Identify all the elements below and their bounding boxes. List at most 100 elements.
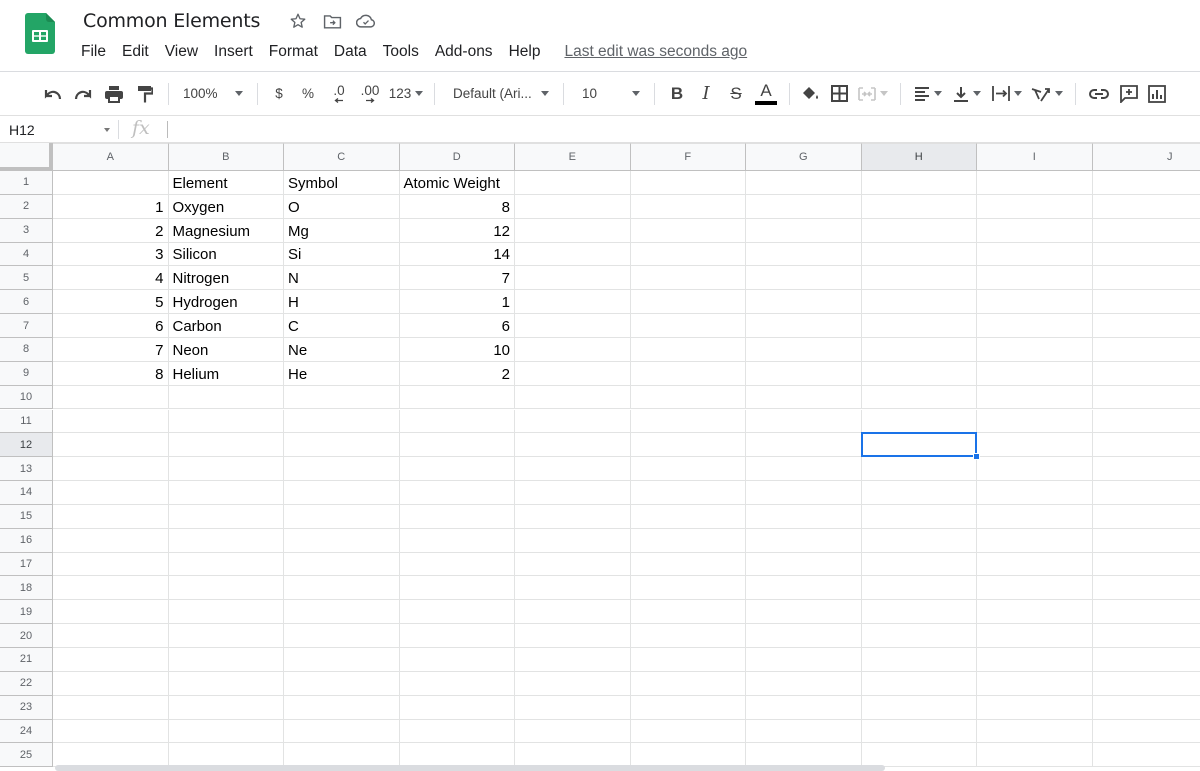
row-header-16[interactable]: 16 (0, 529, 53, 553)
cell-h1[interactable] (862, 171, 978, 195)
last-edit-link[interactable]: Last edit was seconds ago (564, 43, 747, 61)
cell-h17[interactable] (862, 553, 978, 577)
more-formats-button[interactable]: 123 (386, 80, 426, 108)
cell-j23[interactable] (1093, 696, 1200, 720)
cell-d18[interactable] (400, 576, 516, 600)
cell-i2[interactable] (977, 195, 1093, 219)
cell-b15[interactable] (169, 505, 285, 529)
cloud-saved-icon[interactable] (356, 11, 376, 31)
cell-d1[interactable]: Atomic Weight (400, 171, 516, 195)
cell-j15[interactable] (1093, 505, 1200, 529)
cell-j5[interactable] (1093, 266, 1200, 290)
cell-j24[interactable] (1093, 720, 1200, 744)
name-box[interactable]: H12 (0, 116, 118, 143)
cell-g8[interactable] (746, 338, 862, 362)
currency-format-button[interactable]: $ (266, 80, 292, 108)
cell-d13[interactable] (400, 457, 516, 481)
cell-f7[interactable] (631, 314, 747, 338)
cell-e9[interactable] (515, 362, 631, 386)
cell-b3[interactable]: Magnesium (169, 219, 285, 243)
cell-c19[interactable] (284, 600, 400, 624)
cell-i21[interactable] (977, 648, 1093, 672)
cell-e16[interactable] (515, 529, 631, 553)
cell-a1[interactable] (53, 171, 169, 195)
cell-g9[interactable] (746, 362, 862, 386)
cell-e25[interactable] (515, 743, 631, 767)
cell-c22[interactable] (284, 672, 400, 696)
cell-d24[interactable] (400, 720, 516, 744)
cell-g24[interactable] (746, 720, 862, 744)
cell-d23[interactable] (400, 696, 516, 720)
star-icon[interactable] (288, 11, 308, 31)
cell-c9[interactable]: He (284, 362, 400, 386)
cell-e2[interactable] (515, 195, 631, 219)
cell-f1[interactable] (631, 171, 747, 195)
cell-d8[interactable]: 10 (400, 338, 516, 362)
cell-d10[interactable] (400, 386, 516, 410)
cell-j17[interactable] (1093, 553, 1200, 577)
row-header-22[interactable]: 22 (0, 672, 53, 696)
cell-a24[interactable] (53, 720, 169, 744)
cell-h12[interactable] (862, 433, 978, 457)
cell-h15[interactable] (862, 505, 978, 529)
cell-c11[interactable] (284, 410, 400, 434)
cell-j9[interactable] (1093, 362, 1200, 386)
cell-j21[interactable] (1093, 648, 1200, 672)
column-header-h[interactable]: H (862, 143, 978, 171)
cell-g20[interactable] (746, 624, 862, 648)
column-header-d[interactable]: D (400, 143, 516, 171)
cell-h19[interactable] (862, 600, 978, 624)
cell-b25[interactable] (169, 743, 285, 767)
cell-h7[interactable] (862, 314, 978, 338)
row-header-13[interactable]: 13 (0, 457, 53, 481)
column-header-g[interactable]: G (746, 143, 862, 171)
increase-decimal-button[interactable]: .00 (354, 80, 386, 108)
cell-j18[interactable] (1093, 576, 1200, 600)
cell-a3[interactable]: 2 (53, 219, 169, 243)
cell-i10[interactable] (977, 386, 1093, 410)
cell-h25[interactable] (862, 743, 978, 767)
cell-i18[interactable] (977, 576, 1093, 600)
cell-j2[interactable] (1093, 195, 1200, 219)
text-rotation-icon[interactable] (1027, 80, 1067, 108)
cell-c4[interactable]: Si (284, 243, 400, 267)
cell-b7[interactable]: Carbon (169, 314, 285, 338)
cell-c5[interactable]: N (284, 266, 400, 290)
borders-icon[interactable] (824, 80, 854, 108)
cell-a17[interactable] (53, 553, 169, 577)
menu-add-ons[interactable]: Add-ons (427, 43, 501, 61)
cell-b5[interactable]: Nitrogen (169, 266, 285, 290)
cell-j1[interactable] (1093, 171, 1200, 195)
cell-b20[interactable] (169, 624, 285, 648)
cell-h6[interactable] (862, 290, 978, 314)
horizontal-align-icon[interactable] (909, 80, 947, 108)
cell-a21[interactable] (53, 648, 169, 672)
cell-e13[interactable] (515, 457, 631, 481)
row-header-17[interactable]: 17 (0, 553, 53, 577)
cell-a16[interactable] (53, 529, 169, 553)
cell-a9[interactable]: 8 (53, 362, 169, 386)
cell-g18[interactable] (746, 576, 862, 600)
redo-icon[interactable] (68, 80, 98, 108)
cell-i12[interactable] (977, 433, 1093, 457)
cell-c15[interactable] (284, 505, 400, 529)
cell-f2[interactable] (631, 195, 747, 219)
cell-g25[interactable] (746, 743, 862, 767)
cell-e11[interactable] (515, 410, 631, 434)
cell-f18[interactable] (631, 576, 747, 600)
horizontal-scrollbar[interactable] (55, 765, 885, 771)
cell-a6[interactable]: 5 (53, 290, 169, 314)
cell-c3[interactable]: Mg (284, 219, 400, 243)
cell-f16[interactable] (631, 529, 747, 553)
cell-b9[interactable]: Helium (169, 362, 285, 386)
cell-h11[interactable] (862, 410, 978, 434)
cell-a22[interactable] (53, 672, 169, 696)
cell-b4[interactable]: Silicon (169, 243, 285, 267)
column-header-j[interactable]: J (1093, 143, 1200, 171)
cell-b8[interactable]: Neon (169, 338, 285, 362)
cell-i7[interactable] (977, 314, 1093, 338)
cell-j3[interactable] (1093, 219, 1200, 243)
cell-i8[interactable] (977, 338, 1093, 362)
row-header-4[interactable]: 4 (0, 243, 53, 267)
cell-d15[interactable] (400, 505, 516, 529)
